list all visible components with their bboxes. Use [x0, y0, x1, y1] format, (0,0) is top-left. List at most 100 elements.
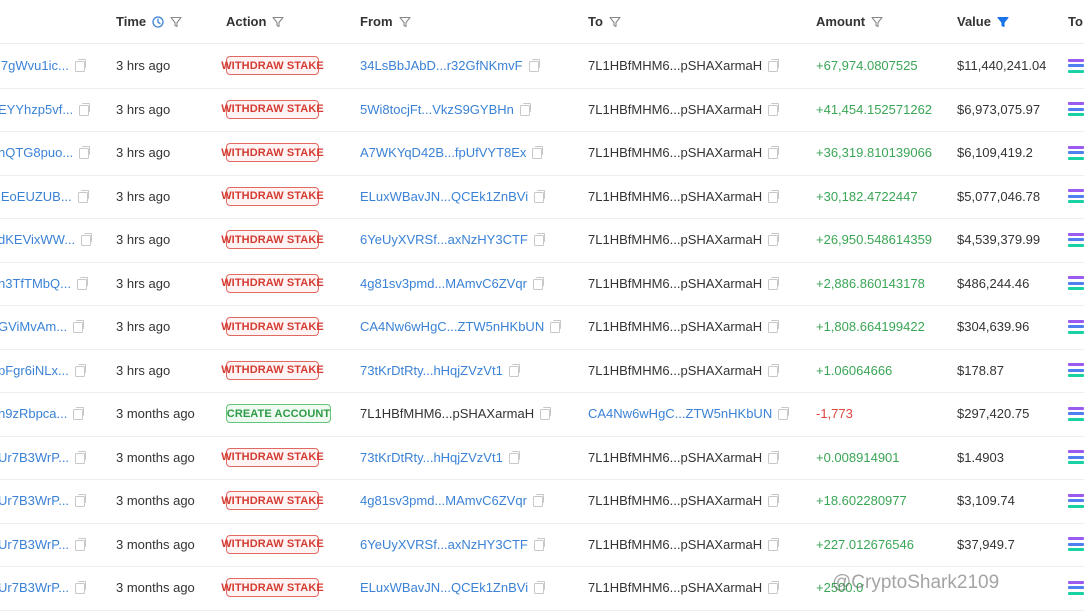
from-address[interactable]: 4g81sv3pmd...MAmvC6ZVqr [360, 276, 527, 291]
solana-token-icon[interactable] [1068, 450, 1084, 465]
signature-link[interactable]: n3TfTMbQ... [0, 276, 71, 291]
copy-icon[interactable] [768, 276, 780, 290]
signature-link[interactable]: GViMvAm... [0, 319, 67, 334]
signature-link[interactable]: pFgr6iNLx... [0, 363, 69, 378]
solana-token-icon[interactable] [1068, 276, 1084, 291]
from-address[interactable]: ELuxWBavJN...QCEk1ZnBVi [360, 580, 528, 595]
copy-icon[interactable] [73, 320, 85, 334]
solana-token-icon[interactable] [1068, 145, 1084, 160]
value-cell: $178.87 [957, 349, 1057, 393]
solana-token-icon[interactable] [1068, 102, 1084, 117]
copy-icon[interactable] [768, 320, 780, 334]
solana-token-icon[interactable] [1068, 363, 1084, 378]
copy-icon[interactable] [508, 450, 520, 464]
copy-icon[interactable] [533, 233, 545, 247]
copy-icon[interactable] [532, 276, 544, 290]
signature-link[interactable]: EYYhzp5vf... [0, 102, 73, 117]
copy-icon[interactable] [508, 363, 520, 377]
filter-icon[interactable] [272, 16, 285, 28]
signature-link[interactable]: Ur7B3WrP... [0, 493, 69, 508]
withdraw-stake-badge: WITHDRAW STAKE [221, 99, 324, 119]
from-address[interactable]: ELuxWBavJN...QCEk1ZnBVi [360, 189, 528, 204]
copy-icon[interactable] [768, 233, 780, 247]
copy-icon[interactable] [79, 102, 91, 116]
from-address[interactable]: 6YeUyXVRSf...axNzHY3CTF [360, 537, 528, 552]
copy-icon[interactable] [768, 102, 780, 116]
solana-token-icon[interactable] [1068, 319, 1084, 334]
from-address[interactable]: CA4Nw6wHgC...ZTW5nHKbUN [360, 319, 544, 334]
solana-token-icon[interactable] [1068, 232, 1084, 247]
signature-link[interactable]: dKEVixWW... [0, 232, 75, 247]
to-address[interactable]: CA4Nw6wHgC...ZTW5nHKbUN [588, 406, 772, 421]
from-address[interactable]: 34LsBbJAbD...r32GfNKmvF [360, 58, 523, 73]
copy-icon[interactable] [528, 59, 540, 73]
from-address[interactable]: 4g81sv3pmd...MAmvC6ZVqr [360, 493, 527, 508]
copy-icon[interactable] [532, 146, 544, 160]
copy-icon[interactable] [550, 320, 562, 334]
copy-icon[interactable] [540, 407, 552, 421]
copy-icon[interactable] [768, 537, 780, 551]
signature-link[interactable]: n9zRbpca... [0, 406, 67, 421]
copy-icon[interactable] [74, 363, 86, 377]
amount-header[interactable]: Amount [816, 0, 946, 43]
signature-link[interactable]: Ur7B3WrP... [0, 537, 69, 552]
solana-token-icon[interactable] [1068, 406, 1084, 421]
copy-icon[interactable] [768, 146, 780, 160]
copy-icon[interactable] [768, 59, 780, 73]
copy-icon[interactable] [768, 189, 780, 203]
copy-icon[interactable] [533, 537, 545, 551]
token-cell [1068, 44, 1084, 88]
filter-icon[interactable] [170, 16, 182, 28]
filter-icon[interactable] [871, 16, 883, 28]
copy-icon[interactable] [79, 146, 91, 160]
copy-icon[interactable] [75, 450, 87, 464]
time-cell: 3 hrs ago [116, 175, 216, 219]
from-header[interactable]: From [360, 0, 570, 43]
signature-link[interactable]: l7gWvu1ic... [0, 58, 69, 73]
copy-icon[interactable] [778, 407, 790, 421]
filter-active-icon[interactable] [997, 16, 1009, 28]
copy-icon[interactable] [74, 59, 86, 73]
action-header[interactable]: Action [226, 0, 346, 43]
from-address[interactable]: 73tKrDtRty...hHqjZVzVt1 [360, 450, 503, 465]
copy-icon[interactable] [73, 407, 85, 421]
signature-cell: Ur7B3WrP... [0, 566, 98, 610]
copy-icon[interactable] [768, 363, 780, 377]
solana-token-icon[interactable] [1068, 189, 1084, 204]
copy-icon[interactable] [75, 581, 87, 595]
copy-icon[interactable] [768, 450, 780, 464]
signature-link[interactable]: iEoEUZUB... [0, 189, 72, 204]
filter-icon[interactable] [398, 16, 411, 28]
copy-icon[interactable] [534, 189, 546, 203]
value-cell: $297,420.75 [957, 392, 1057, 436]
copy-icon[interactable] [75, 494, 87, 508]
to-address: 7L1HBfMHM6...pSHAXarmaH [588, 580, 763, 596]
solana-token-icon[interactable] [1068, 537, 1084, 552]
copy-icon[interactable] [77, 189, 89, 203]
solana-token-icon[interactable] [1068, 493, 1084, 508]
copy-icon[interactable] [768, 581, 780, 595]
copy-icon[interactable] [76, 276, 88, 290]
value-header[interactable]: Value [957, 0, 1057, 43]
copy-icon[interactable] [519, 102, 531, 116]
time-header[interactable]: Time [116, 0, 216, 43]
amount-cell: +1,808.664199422 [816, 305, 946, 349]
to-header[interactable]: To [588, 0, 798, 43]
from-address[interactable]: A7WKYqD42B...fpUfVYT8Ex [360, 145, 526, 160]
copy-icon[interactable] [75, 537, 87, 551]
copy-icon[interactable] [532, 494, 544, 508]
copy-icon[interactable] [768, 494, 780, 508]
signature-link[interactable]: Ur7B3WrP... [0, 580, 69, 595]
signature-link[interactable]: nQTG8puo... [0, 145, 73, 160]
solana-token-icon[interactable] [1068, 58, 1084, 73]
clock-icon[interactable] [152, 15, 164, 28]
signature-link[interactable]: Ur7B3WrP... [0, 450, 69, 465]
from-address[interactable]: 5Wi8tocjFt...VkzS9GYBHn [360, 102, 514, 117]
from-address[interactable]: 73tKrDtRty...hHqjZVzVt1 [360, 363, 503, 378]
filter-icon[interactable] [609, 16, 621, 28]
from-address[interactable]: 6YeUyXVRSf...axNzHY3CTF [360, 232, 528, 247]
copy-icon[interactable] [81, 233, 93, 247]
copy-icon[interactable] [534, 581, 546, 595]
action-cell: WITHDRAW STAKE [221, 175, 346, 219]
solana-token-icon[interactable] [1068, 580, 1084, 595]
